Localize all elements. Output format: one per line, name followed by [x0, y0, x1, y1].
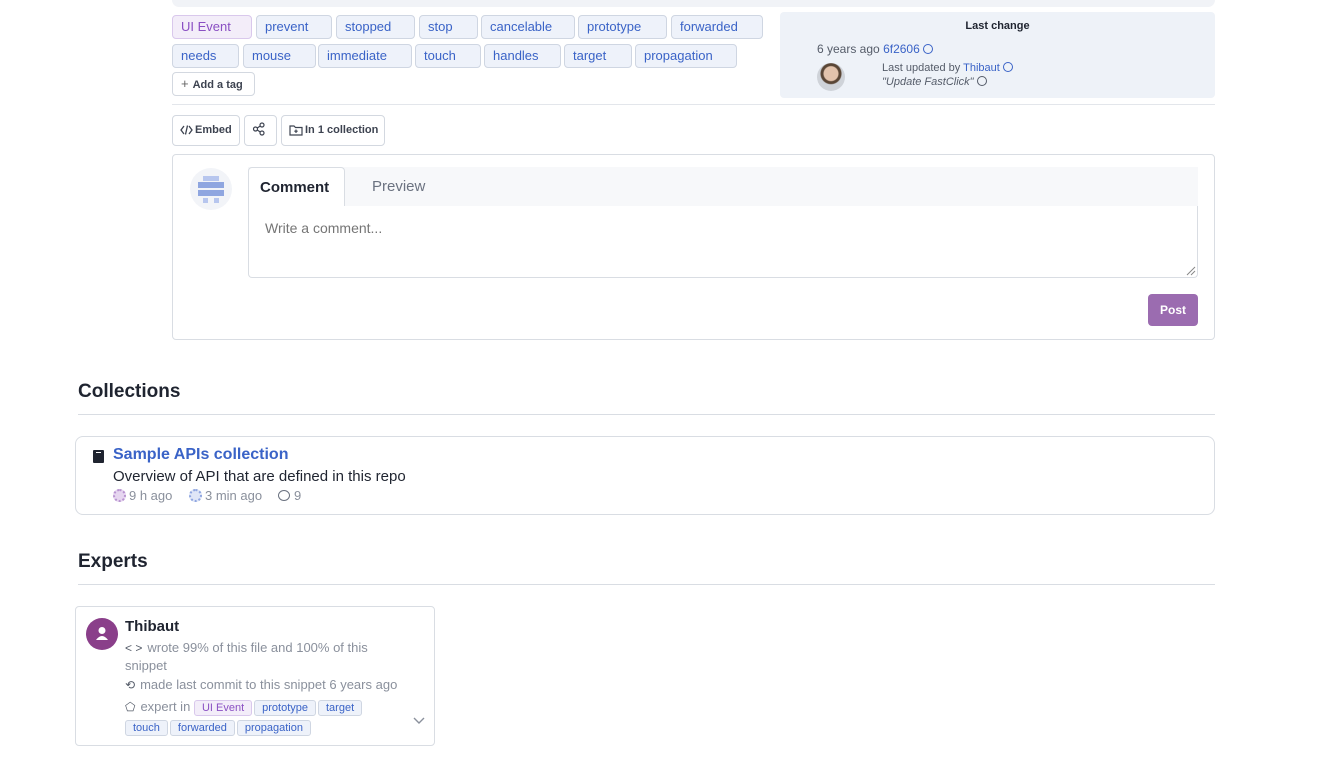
commit-message-row: "Update FastClick": [882, 76, 987, 88]
comment-tabs: Comment Preview: [248, 167, 1198, 208]
expert-commit-line: ⟲ made last commit to this snippet 6 year…: [125, 676, 397, 694]
comment-box: Comment Preview Post: [172, 154, 1215, 340]
history-icon: ⟲: [125, 678, 136, 692]
github-icon[interactable]: [1002, 62, 1013, 72]
last-change-panel: Last change 6 years ago 6f2606 Last upda…: [780, 12, 1215, 98]
expert-in-label: expert in: [140, 699, 191, 714]
collection-comments: 9: [278, 488, 301, 503]
add-tag-label: Add a tag: [192, 79, 243, 91]
folder-add-icon: [289, 125, 303, 136]
expert-tag[interactable]: propagation: [236, 720, 311, 736]
collections-heading: Collections: [78, 381, 181, 402]
author-link[interactable]: Thibaut: [963, 62, 1000, 74]
post-button[interactable]: Post: [1148, 294, 1198, 326]
comment-icon: [278, 490, 290, 501]
tag[interactable]: UI Event: [172, 15, 252, 39]
tag[interactable]: needs: [172, 44, 239, 68]
experts-heading: Experts: [78, 551, 148, 572]
tag[interactable]: handles: [484, 44, 561, 68]
updater-avatar: [189, 489, 202, 502]
divider: [78, 414, 1215, 415]
collection-label: In 1 collection: [305, 124, 379, 136]
tag[interactable]: prototype: [578, 15, 667, 39]
collection-updated: 3 min ago: [189, 488, 262, 503]
last-updated-row: Last updated by Thibaut: [882, 62, 1013, 74]
share-button[interactable]: [244, 115, 277, 146]
embed-button[interactable]: Embed: [172, 115, 240, 146]
expert-tag[interactable]: touch: [125, 720, 168, 736]
creator-avatar: [113, 489, 126, 502]
collection-description: Overview of API that are defined in this…: [113, 468, 406, 485]
created-time: 9 h ago: [129, 488, 173, 503]
tag[interactable]: mouse: [243, 44, 316, 68]
expert-last-commit: made last commit to this snippet 6 years…: [140, 677, 398, 692]
code-icon: < >: [125, 641, 143, 655]
github-icon[interactable]: [922, 44, 933, 54]
comment-count: 9: [294, 488, 302, 503]
user-icon: [96, 627, 108, 640]
chevron-down-icon[interactable]: [413, 717, 425, 725]
code-icon: [180, 125, 193, 135]
tag[interactable]: propagation: [635, 44, 737, 68]
divider: [78, 584, 1215, 585]
tab-preview[interactable]: Preview: [372, 167, 425, 208]
expert-name[interactable]: Thibaut: [125, 618, 179, 635]
last-change-commit-row: 6 years ago 6f2606: [817, 42, 933, 56]
collection-created: 9 h ago: [113, 488, 172, 503]
resize-handle-icon[interactable]: [1186, 266, 1196, 276]
share-icon: [252, 122, 265, 136]
expert-card: Thibaut < > wrote 99% of this file and 10…: [75, 606, 435, 746]
commit-message: "Update FastClick": [882, 76, 974, 88]
tag-icon: ⬠: [125, 700, 136, 714]
divider: [172, 104, 1215, 105]
tag[interactable]: touch: [415, 44, 481, 68]
tag[interactable]: prevent: [256, 15, 332, 39]
tag[interactable]: target: [564, 44, 632, 68]
updated-time: 3 min ago: [205, 488, 263, 503]
expert-avatar: [86, 618, 118, 650]
tag[interactable]: immediate: [318, 44, 412, 68]
expert-tags-line: ⬠ expert in UI Event prototype target touch…: [125, 697, 405, 737]
expert-tag[interactable]: prototype: [254, 700, 316, 716]
expert-wrote: wrote 99% of this file and 100% of this …: [125, 640, 368, 673]
collection-button[interactable]: In 1 collection: [281, 115, 385, 146]
add-tag-button[interactable]: + Add a tag: [172, 72, 255, 96]
github-icon[interactable]: [976, 76, 987, 86]
tag[interactable]: stopped: [336, 15, 415, 39]
tag[interactable]: cancelable: [481, 15, 575, 39]
expert-tag[interactable]: UI Event: [193, 700, 253, 716]
tag[interactable]: forwarded: [671, 15, 763, 39]
tag[interactable]: stop: [419, 15, 478, 39]
expert-tag[interactable]: forwarded: [169, 720, 235, 736]
collection-name[interactable]: Sample APIs collection: [113, 446, 288, 464]
author-avatar: [817, 63, 845, 91]
expert-tag[interactable]: target: [318, 700, 363, 716]
last-change-age: 6 years ago: [817, 42, 880, 56]
commit-link[interactable]: 6f2606: [883, 42, 920, 56]
tab-comment[interactable]: Comment: [248, 167, 345, 208]
comment-input[interactable]: [248, 206, 1198, 278]
book-icon: [93, 450, 104, 463]
top-panel-edge: [172, 0, 1215, 7]
last-updated-prefix: Last updated by: [882, 62, 961, 74]
plus-icon: +: [181, 76, 189, 91]
last-change-title: Last change: [965, 20, 1030, 32]
collection-card[interactable]: Sample APIs collection Overview of API t…: [75, 436, 1215, 515]
user-avatar: [190, 168, 232, 210]
expert-wrote-line: < > wrote 99% of this file and 100% of th…: [125, 639, 405, 674]
embed-label: Embed: [195, 124, 232, 136]
